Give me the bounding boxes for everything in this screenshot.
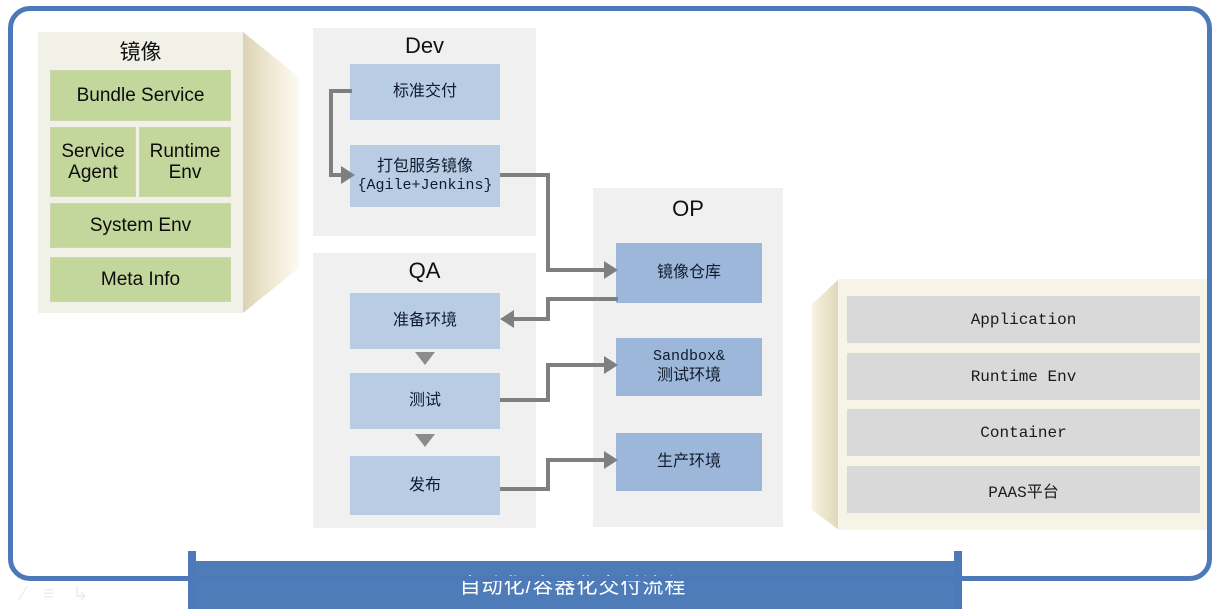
image-panel-3d-side <box>243 32 300 313</box>
qa-step-test: 测试 <box>350 373 500 429</box>
image-item-meta-info: Meta Info <box>50 257 231 302</box>
dev-to-op-segment-h1 <box>500 173 550 177</box>
op-to-qa-segment-h2 <box>512 317 550 321</box>
image-item-runtime-env: Runtime Env <box>139 127 231 197</box>
qa-arrow-test-to-release <box>415 434 435 447</box>
qa-test-to-op-segment-v <box>546 363 550 402</box>
image-item-system-env: System Env <box>50 203 231 248</box>
op-item-sandbox-test-env: Sandbox& 测试环境 <box>616 338 762 396</box>
image-item-service-agent-label: Service Agent <box>61 140 125 183</box>
dev-step-package-service-image: 打包服务镜像 {Agile+Jenkins} <box>350 145 500 207</box>
dev-step-package-sublabel: {Agile+Jenkins} <box>357 176 493 194</box>
qa-release-to-op-arrowhead <box>604 451 618 469</box>
stack-item-runtime-env: Runtime Env <box>847 353 1200 400</box>
qa-release-to-op-segment-h1 <box>500 487 550 491</box>
qa-test-to-op-segment-h1 <box>500 398 550 402</box>
stack-item-container: Container <box>847 409 1200 456</box>
qa-test-to-op-segment-h2 <box>546 363 610 367</box>
banner-divider-right <box>954 551 962 609</box>
dev-step-package-label: 打包服务镜像 <box>376 157 473 175</box>
bottom-banner: 自动化/容器化交付流程 <box>192 561 954 609</box>
watermark-logo: ⁄ ≡ ↳ <box>22 583 95 605</box>
stack-panel-3d-side <box>812 279 839 530</box>
image-item-service-agent: Service Agent <box>50 127 136 197</box>
qa-arrow-prepare-to-test <box>415 352 435 365</box>
dev-to-op-segment-v <box>546 173 550 272</box>
qa-step-release: 发布 <box>350 456 500 515</box>
qa-panel-title: QA <box>408 258 441 283</box>
op-panel-title: OP <box>672 196 704 221</box>
image-item-runtime-env-label: Runtime Env <box>149 140 221 183</box>
dev-step-standard-delivery: 标准交付 <box>350 64 500 120</box>
op-item-sandbox-label: Sandbox& <box>652 347 725 365</box>
dev-to-op-segment-h2 <box>546 268 610 272</box>
dev-panel-title: Dev <box>404 33 445 58</box>
banner-divider-left <box>188 551 196 609</box>
qa-release-to-op-segment-v <box>546 458 550 491</box>
qa-step-prepare-environment: 准备环境 <box>350 293 500 349</box>
diagram-canvas: 镜像 Bundle Service Service Agent Runtime En… <box>0 0 1226 609</box>
op-item-sandbox-sublabel: 测试环境 <box>656 367 721 385</box>
qa-release-to-op-segment-h2 <box>546 458 610 462</box>
dev-loop-segment-vertical <box>329 89 333 177</box>
qa-test-to-op-arrowhead <box>604 356 618 374</box>
op-to-qa-segment-h1 <box>546 297 618 301</box>
stack-item-paas-platform: PAAS平台 <box>847 466 1200 513</box>
op-item-image-repository: 镜像仓库 <box>616 243 762 303</box>
dev-to-op-arrowhead <box>604 261 618 279</box>
image-panel-title: 镜像 <box>119 41 162 64</box>
dev-loop-arrowhead <box>341 166 355 184</box>
stack-item-application: Application <box>847 296 1200 343</box>
op-to-qa-arrowhead <box>500 310 514 328</box>
op-item-production-env: 生产环境 <box>616 433 762 491</box>
image-item-bundle-service: Bundle Service <box>50 70 231 121</box>
